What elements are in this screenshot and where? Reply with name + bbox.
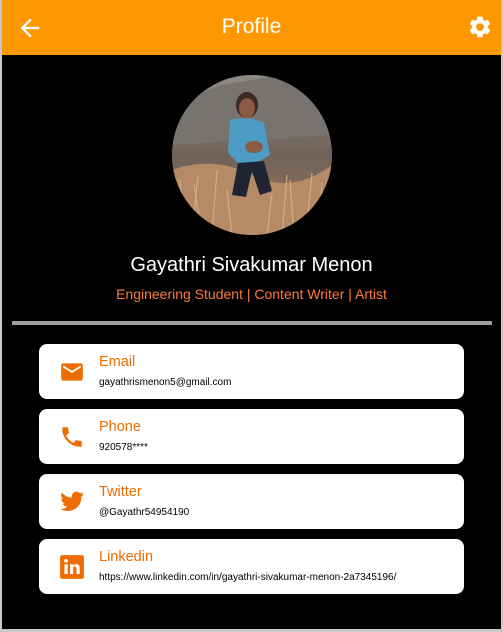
gear-icon[interactable] bbox=[467, 14, 493, 40]
page-title: Profile bbox=[221, 15, 282, 38]
twitter-icon bbox=[60, 491, 84, 512]
email-icon bbox=[61, 363, 83, 381]
contact-value: @Gayathr54954190 bbox=[99, 507, 190, 518]
divider bbox=[12, 321, 492, 325]
profile-name: Gayathri Sivakumar Menon bbox=[130, 254, 373, 276]
contact-card-phone[interactable]: Phone 920578**** bbox=[39, 409, 464, 464]
contact-value: https://www.linkedin.com/in/gayathri-siv… bbox=[99, 572, 397, 583]
contact-card-twitter[interactable]: Twitter @Gayathr54954190 bbox=[39, 474, 464, 529]
contact-value: gayathrismenon5@gmail.com bbox=[99, 377, 232, 388]
contact-label: Linkedin bbox=[99, 549, 154, 565]
contact-value: 920578**** bbox=[99, 442, 148, 453]
linkedin-icon bbox=[60, 555, 84, 579]
profile-tagline: Engineering Student | Content Writer | A… bbox=[116, 286, 387, 302]
contact-card-linkedin[interactable]: Linkedin https://www.linkedin.com/in/gay… bbox=[39, 539, 464, 594]
contact-label: Email bbox=[99, 354, 136, 370]
app-bar: Profile bbox=[2, 0, 501, 55]
contact-card-email[interactable]: Email gayathrismenon5@gmail.com bbox=[39, 344, 464, 399]
avatar bbox=[172, 75, 332, 235]
profile-screen: Profile Gayathri Sivakumar Menon Enginee… bbox=[2, 0, 501, 629]
phone-icon bbox=[62, 427, 82, 447]
contact-label: Phone bbox=[99, 419, 141, 435]
contact-label: Twitter bbox=[99, 484, 142, 500]
